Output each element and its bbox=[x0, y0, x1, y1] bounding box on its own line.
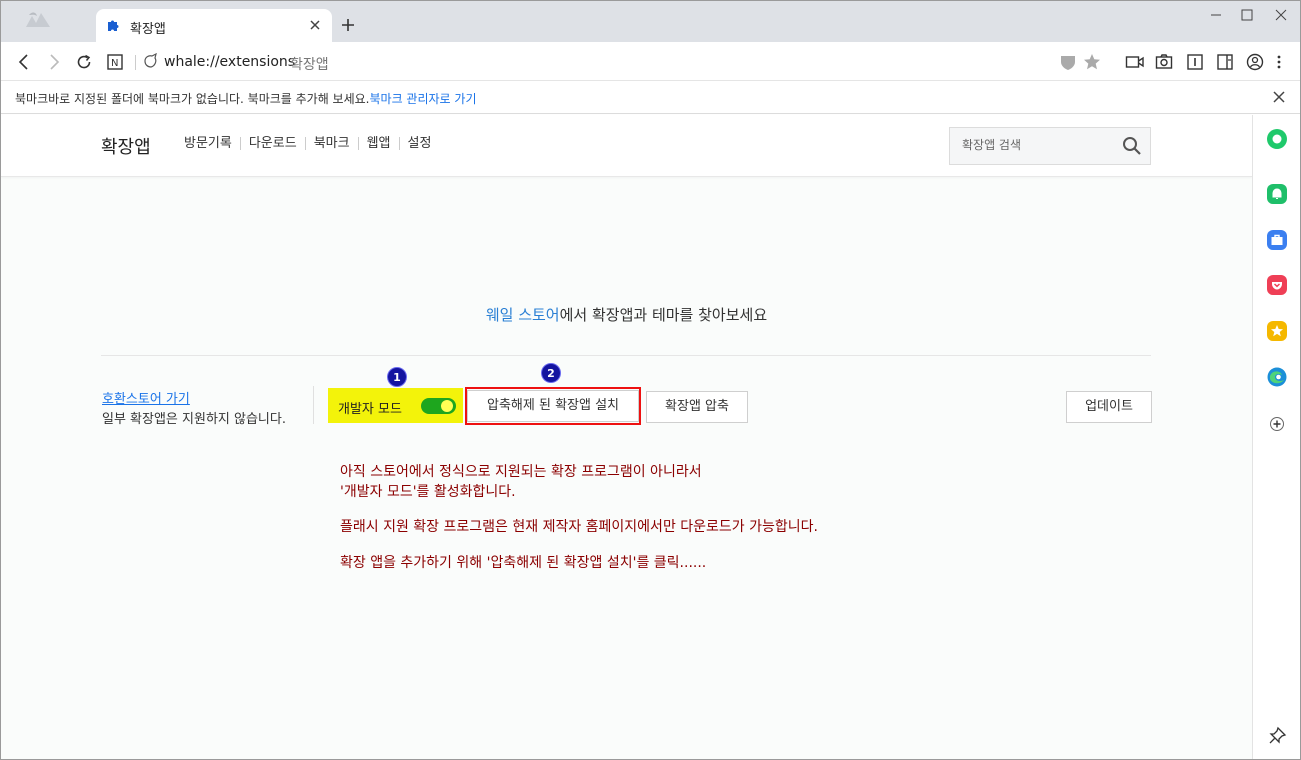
notion-icon[interactable]: N bbox=[106, 53, 124, 71]
star-icon[interactable] bbox=[1266, 320, 1288, 342]
back-icon[interactable] bbox=[15, 53, 33, 71]
note-line-4: 확장 앱을 추가하기 위해 '압축해제 된 확장앱 설치'를 클릭...... bbox=[340, 555, 707, 571]
whale-url-icon bbox=[143, 53, 159, 69]
nav-settings[interactable]: 설정 bbox=[398, 137, 440, 150]
browser-window: 확장앱 N whale://extensions 확장앱 북마크바로 지정된 폴… bbox=[0, 0, 1301, 760]
page-header: 확장앱 방문기록 다운로드 북마크 웹앱 설정 bbox=[1, 115, 1252, 177]
note-line-1: 아직 스토어에서 정식으로 지원되는 확장 프로그램이 아니라서 bbox=[340, 464, 702, 480]
reload-icon[interactable] bbox=[75, 53, 93, 71]
page-title: 확장앱 bbox=[101, 137, 151, 158]
vertical-separator bbox=[313, 386, 314, 424]
compat-description: 일부 확장앱은 지원하지 않습니다. bbox=[102, 412, 286, 427]
pin-icon[interactable] bbox=[1266, 725, 1288, 747]
edge-icon[interactable] bbox=[1266, 366, 1288, 388]
svg-text:N: N bbox=[111, 58, 118, 69]
minimize-icon[interactable] bbox=[1206, 7, 1226, 23]
pocket-icon[interactable] bbox=[1266, 274, 1288, 296]
briefcase-icon[interactable] bbox=[1266, 229, 1288, 251]
camera-icon[interactable] bbox=[1155, 53, 1173, 71]
note-line-2: '개발자 모드'를 활성화합니다. bbox=[340, 484, 516, 500]
update-button[interactable]: 업데이트 bbox=[1066, 391, 1152, 423]
bookmark-star-icon[interactable] bbox=[1083, 53, 1101, 71]
load-unpacked-button[interactable]: 압축해제 된 확장앱 설치 bbox=[467, 390, 639, 422]
bookmark-bar-message: 북마크바로 지정된 폴더에 북마크가 없습니다. 북마크를 추가해 보세요. bbox=[15, 92, 370, 106]
bookmark-manager-link[interactable]: 북마크 관리자로 가기 bbox=[370, 92, 477, 106]
shield-icon[interactable] bbox=[1059, 53, 1077, 71]
tab-close-icon[interactable] bbox=[309, 19, 321, 31]
tab-extensions[interactable]: 확장앱 bbox=[96, 9, 332, 42]
bookmark-bar: 북마크바로 지정된 폴더에 북마크가 없습니다. 북마크를 추가해 보세요.북마… bbox=[1, 81, 1300, 114]
step-badge-1: 1 bbox=[387, 367, 407, 387]
nav-history[interactable]: 방문기록 bbox=[184, 137, 240, 150]
add-icon[interactable] bbox=[1266, 413, 1288, 435]
developer-mode-label: 개발자 모드 bbox=[338, 402, 402, 417]
search-box bbox=[949, 127, 1151, 165]
nav-downloads[interactable]: 다운로드 bbox=[239, 137, 305, 150]
video-icon[interactable] bbox=[1125, 53, 1145, 71]
compat-store-link[interactable]: 호환스토어 가기 bbox=[102, 388, 190, 407]
window-close-icon[interactable] bbox=[1271, 7, 1291, 23]
step-badge-2: 2 bbox=[541, 363, 561, 383]
pack-extension-button[interactable]: 확장앱 압축 bbox=[646, 391, 748, 423]
toggle-knob bbox=[441, 400, 453, 412]
sidebar-toggle-icon[interactable] bbox=[1216, 53, 1234, 71]
new-tab-icon[interactable] bbox=[341, 18, 355, 32]
store-line: 웨일 스토어에서 확장앱과 테마를 찾아보세요 bbox=[1, 304, 1252, 325]
bookmark-bar-message-row: 북마크바로 지정된 폴더에 북마크가 없습니다. 북마크를 추가해 보세요.북마… bbox=[15, 90, 477, 107]
more-menu-icon[interactable] bbox=[1274, 53, 1284, 71]
maximize-icon[interactable] bbox=[1237, 7, 1257, 23]
whale-logo-icon bbox=[23, 7, 53, 33]
bookmark-bar-close-icon[interactable] bbox=[1272, 90, 1286, 104]
profile-icon[interactable] bbox=[1246, 53, 1264, 71]
toolbar: N whale://extensions 확장앱 bbox=[1, 42, 1300, 81]
toolbar-separator bbox=[135, 55, 136, 70]
extensions-page: 확장앱 방문기록 다운로드 북마크 웹앱 설정 웨일 스토어에서 확장앱과 테마… bbox=[1, 115, 1252, 759]
page-nav: 방문기록 다운로드 북마크 웹앱 설정 bbox=[184, 137, 439, 150]
search-icon[interactable] bbox=[1122, 136, 1142, 156]
divider bbox=[101, 355, 1151, 356]
store-text: 에서 확장앱과 테마를 찾아보세요 bbox=[559, 306, 768, 324]
search-input[interactable] bbox=[962, 138, 1112, 152]
whale-green-icon[interactable] bbox=[1266, 128, 1288, 150]
address-bar[interactable]: whale://extensions bbox=[164, 54, 295, 70]
right-sidebar bbox=[1252, 115, 1300, 759]
tab-strip: 확장앱 bbox=[1, 1, 1300, 42]
address-page-title: 확장앱 bbox=[290, 57, 329, 73]
bell-icon[interactable] bbox=[1266, 183, 1288, 205]
note-line-3: 플래시 지원 확장 프로그램은 현재 제작자 홈페이지에서만 다운로드가 가능합… bbox=[340, 519, 818, 535]
forward-icon[interactable] bbox=[45, 53, 63, 71]
tab-title: 확장앱 bbox=[130, 22, 166, 37]
nav-bookmarks[interactable]: 북마크 bbox=[304, 137, 358, 150]
developer-mode-highlight: 개발자 모드 bbox=[328, 388, 463, 423]
puzzle-icon bbox=[106, 18, 120, 32]
developer-mode-toggle[interactable] bbox=[421, 398, 456, 414]
nav-webapps[interactable]: 웹앱 bbox=[357, 137, 399, 150]
reader-icon[interactable] bbox=[1186, 53, 1204, 71]
whale-store-link[interactable]: 웨일 스토어 bbox=[486, 306, 560, 324]
